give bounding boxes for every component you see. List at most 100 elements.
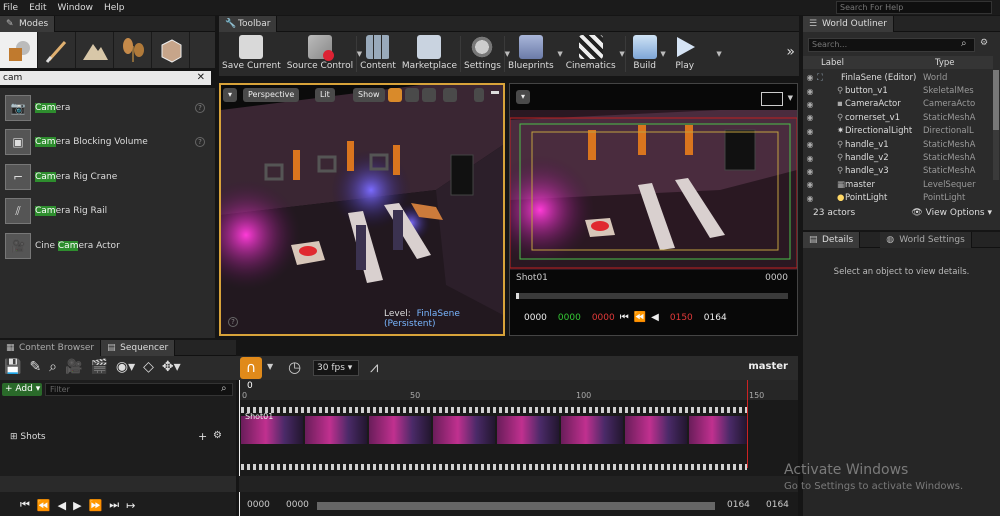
cinematic-viewport[interactable]: ▾ ▼ Shot01 0000 0000 0000 0000 ⏮ ⏪ ◀ 015… xyxy=(509,83,798,336)
transform-icon[interactable]: ✥▾ xyxy=(162,359,181,375)
menu-edit[interactable]: Edit xyxy=(26,3,54,13)
table-row[interactable]: ◉ ▦ master LevelSequer xyxy=(803,178,993,191)
step-back-icon[interactable]: ⏪ xyxy=(37,499,51,512)
save-icon[interactable]: 💾 xyxy=(4,359,21,375)
play-reverse-icon[interactable]: ◀ xyxy=(58,499,66,512)
visibility-eye-icon[interactable]: ◉ xyxy=(803,127,817,136)
view-options-button[interactable]: 👁 View Options ▾ xyxy=(911,208,992,218)
show-button[interactable]: Show xyxy=(353,88,385,102)
jump-end-icon[interactable]: ⏭ xyxy=(109,498,119,512)
tab-details[interactable]: ▤ Details xyxy=(803,231,861,248)
jump-start-icon[interactable]: ⏮ xyxy=(620,312,629,323)
maximize-viewport-button[interactable] xyxy=(474,88,484,102)
playback-scrub-bar[interactable] xyxy=(516,293,788,299)
shots-track[interactable]: ⊞ Shots xyxy=(10,432,46,442)
source-control-button[interactable]: Source Control ▼ xyxy=(284,32,362,76)
blueprints-button[interactable]: Blueprints ▼ xyxy=(505,32,563,76)
step-back-icon[interactable]: ⏪ xyxy=(634,312,646,323)
lit-button[interactable]: Lit xyxy=(315,88,335,102)
tab-world-outliner[interactable]: ☰ World Outliner xyxy=(803,15,894,32)
geometry-mode-button[interactable] xyxy=(152,32,190,68)
list-item[interactable]: ⫽ Camera Rig Rail xyxy=(0,194,215,228)
column-label[interactable]: Label xyxy=(817,58,935,68)
help-icon[interactable]: ? xyxy=(195,103,205,113)
column-type[interactable]: Type xyxy=(935,58,955,68)
world-local-icon[interactable] xyxy=(443,88,457,102)
outliner-settings-icon[interactable]: ⚙ xyxy=(980,38,988,48)
list-item[interactable]: 📷 Camera ? xyxy=(0,91,215,125)
snap-magnet-icon[interactable]: ∩ xyxy=(240,357,262,379)
marketplace-button[interactable]: Marketplace xyxy=(399,32,460,76)
playhead[interactable] xyxy=(239,380,240,516)
foliage-mode-button[interactable] xyxy=(114,32,152,68)
table-row[interactable]: ◉ ▪ CameraActor CameraActo xyxy=(803,98,993,111)
place-mode-button[interactable] xyxy=(0,32,38,68)
curve-editor-icon[interactable]: ⩘ xyxy=(370,358,378,376)
eye-icon[interactable]: ◉▾ xyxy=(116,359,135,375)
visibility-eye-icon[interactable]: ◉ xyxy=(803,100,817,109)
chevron-down-icon[interactable]: ▼ xyxy=(267,362,273,371)
chevron-down-icon[interactable]: ▼ xyxy=(716,50,721,58)
viewport-options-button[interactable]: ▾ xyxy=(223,88,237,102)
table-row[interactable]: ◉ ⚲ button_v1 SkeletalMes xyxy=(803,84,993,97)
timeline-scrollbar[interactable] xyxy=(317,502,715,510)
composition-overlay-icon[interactable] xyxy=(761,92,783,106)
search-icon[interactable]: ⌕ xyxy=(49,359,57,375)
camera-icon[interactable]: 🎥 xyxy=(65,359,82,375)
save-current-button[interactable]: Save Current xyxy=(219,32,284,76)
play-button[interactable]: Play ▼ xyxy=(670,32,722,76)
visibility-eye-icon[interactable]: ◉ xyxy=(803,140,817,149)
table-row[interactable]: ◉ ⚲ cornerset_v1 StaticMeshA xyxy=(803,111,993,124)
list-item[interactable]: ⌐ Camera Rig Crane xyxy=(0,160,215,194)
add-track-button[interactable]: + Add ▾ xyxy=(2,383,42,396)
tab-modes[interactable]: ✎ Modes xyxy=(0,15,56,32)
perspective-button[interactable]: Perspective xyxy=(243,88,300,102)
paint-mode-button[interactable] xyxy=(38,32,76,68)
play-reverse-icon[interactable]: ◀ xyxy=(651,312,659,323)
table-row[interactable]: ◉ ✷ DirectionalLight DirectionalL xyxy=(803,125,993,138)
restore-viewport-icon[interactable] xyxy=(491,91,499,94)
step-forward-icon[interactable]: ⏩ xyxy=(89,499,103,512)
tab-world-settings[interactable]: ◍ World Settings xyxy=(880,231,972,248)
save-as-icon[interactable]: ✎ xyxy=(29,359,41,375)
visibility-eye-icon[interactable]: ◉ xyxy=(803,113,817,122)
list-item[interactable]: ▣ Camera Blocking Volume ? xyxy=(0,125,215,159)
shot-section[interactable]: Shot01 xyxy=(241,407,747,470)
clock-icon[interactable]: ◷ xyxy=(288,358,301,376)
settings-button[interactable]: Settings ▼ xyxy=(461,32,510,76)
outliner-search-input[interactable]: Search... xyxy=(808,38,975,52)
tab-toolbar[interactable]: 🔧 Toolbar xyxy=(219,15,278,32)
visibility-eye-icon[interactable]: ◉ xyxy=(803,73,817,82)
build-button[interactable]: Build ▼ xyxy=(630,32,666,76)
visibility-eye-icon[interactable]: ◉ xyxy=(803,194,817,203)
track-filter-input[interactable]: Filter xyxy=(45,383,233,396)
sequencer-timeline[interactable]: 0 0 50 100 150 Shot01 0000 0000 0164 016… xyxy=(239,380,798,516)
menu-window[interactable]: Window xyxy=(55,3,102,13)
time-ruler[interactable]: 0 0 50 100 150 xyxy=(239,380,798,400)
fps-select[interactable]: 30 fps ▾ xyxy=(313,360,359,376)
shot-options-icon[interactable]: ⚙ xyxy=(213,430,222,441)
cinematics-button[interactable]: Cinematics ▼ xyxy=(563,32,625,76)
jump-start-icon[interactable]: ⏮ xyxy=(20,498,30,512)
table-row[interactable]: ◉ ⚲ handle_v2 StaticMeshA xyxy=(803,151,993,164)
scale-icon[interactable] xyxy=(422,88,436,102)
landscape-mode-button[interactable] xyxy=(76,32,114,68)
loop-icon[interactable]: ↦ xyxy=(126,499,135,512)
table-row[interactable]: ◉ ● PointLight PointLight xyxy=(803,192,993,205)
tab-content-browser[interactable]: ▦ Content Browser xyxy=(0,339,102,356)
rotate-icon[interactable] xyxy=(405,88,419,102)
visibility-eye-icon[interactable]: ◉ xyxy=(803,167,817,176)
table-row[interactable]: ◉ ⛶ FinlaSene (Editor) World xyxy=(803,71,993,84)
visibility-eye-icon[interactable]: ◉ xyxy=(803,180,817,189)
visibility-eye-icon[interactable]: ◉ xyxy=(803,87,817,96)
tab-sequencer[interactable]: ▤ Sequencer xyxy=(101,339,176,356)
table-row[interactable]: ◉ ⚲ handle_v1 StaticMeshA xyxy=(803,138,993,151)
viewport-options-button[interactable]: ▾ xyxy=(516,90,530,104)
key-icon[interactable]: ◇ xyxy=(143,359,154,375)
translate-icon[interactable] xyxy=(388,88,402,102)
modes-search-input[interactable]: cam ✕ xyxy=(0,71,211,85)
chevron-down-icon[interactable]: ▼ xyxy=(619,50,624,58)
help-search-input[interactable]: Search For Help xyxy=(836,1,992,14)
end-marker[interactable] xyxy=(747,380,748,468)
chevron-down-icon[interactable]: ▼ xyxy=(788,94,793,102)
